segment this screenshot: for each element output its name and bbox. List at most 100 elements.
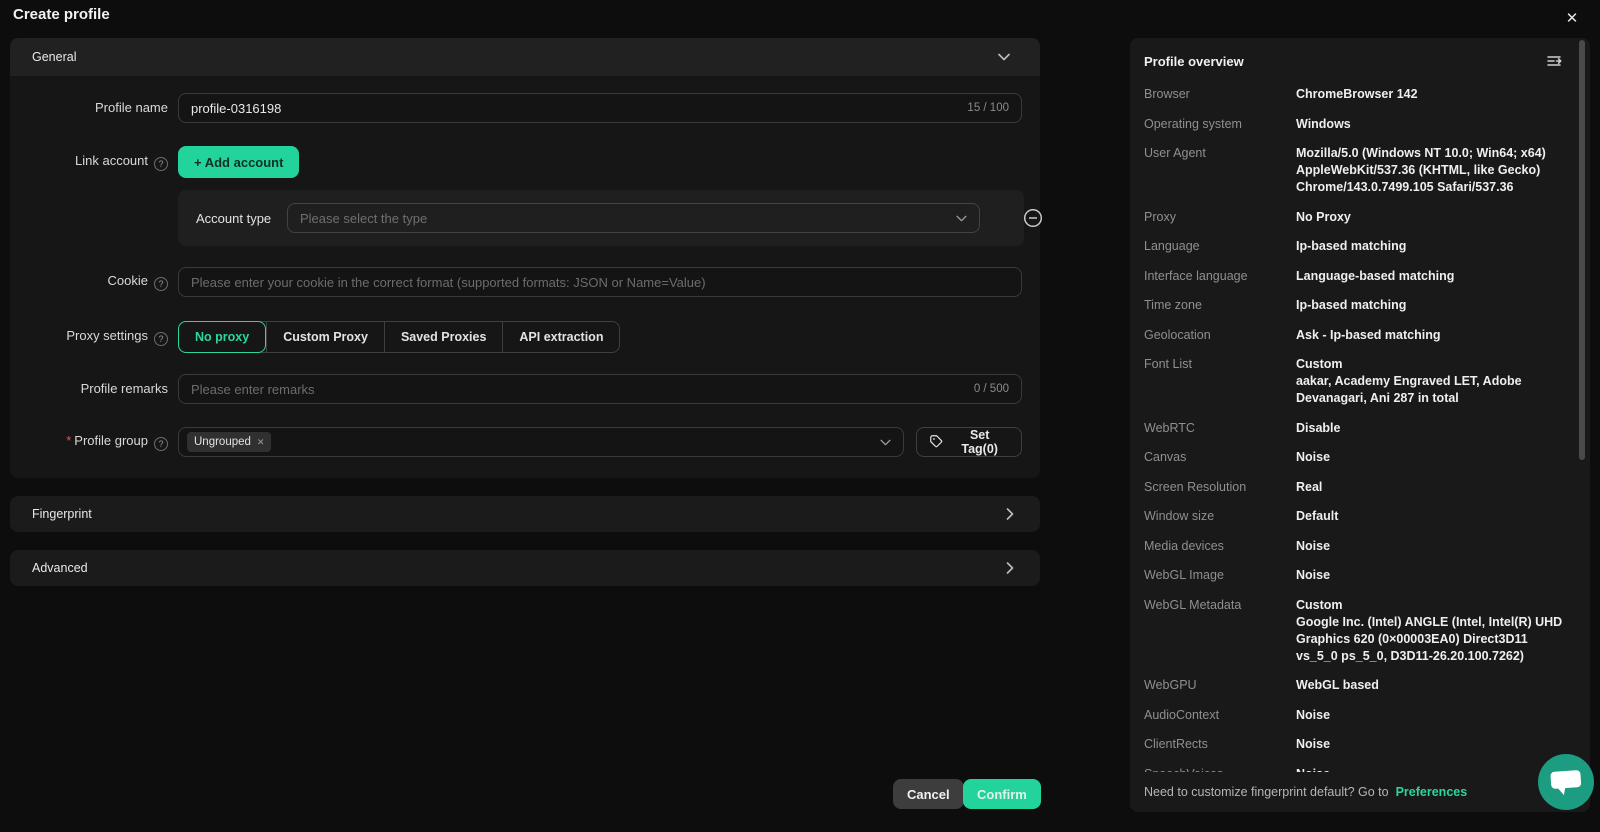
overview-row-value: Custom Google Inc. (Intel) ANGLE (Intel,… [1296, 597, 1568, 665]
overview-row-label: WebGL Image [1144, 567, 1296, 584]
profile-name-row: Profile name 15 / 100 [10, 93, 1022, 123]
panel-scrollbar[interactable] [1579, 40, 1585, 460]
fingerprint-section-title: Fingerprint [32, 507, 92, 521]
profile-name-field: 15 / 100 [178, 93, 1022, 123]
help-icon[interactable]: ? [154, 332, 168, 346]
overview-row: WebGL Metadata Custom Google Inc. (Intel… [1144, 597, 1568, 665]
overview-row: Operating system Windows [1144, 116, 1568, 133]
account-type-placeholder: Please select the type [300, 211, 427, 226]
link-account-row: Link account? + Add account [10, 146, 1022, 178]
advanced-section-header[interactable]: Advanced [10, 550, 1040, 586]
profile-remarks-input[interactable] [191, 382, 964, 397]
link-account-label: Link account [75, 153, 148, 168]
overview-row-value: Windows [1296, 116, 1568, 133]
proxy-type-option[interactable]: Saved Proxies [384, 322, 502, 352]
profile-remarks-field: 0 / 500 [178, 374, 1022, 404]
required-asterisk: * [66, 433, 71, 448]
help-icon[interactable]: ? [154, 277, 168, 291]
account-type-select[interactable]: Please select the type [287, 203, 980, 233]
overview-row-label: WebGL Metadata [1144, 597, 1296, 665]
create-profile-dialog: Create profile ✕ General Profile name 15… [0, 0, 1600, 832]
chevron-down-icon [998, 53, 1010, 61]
proxy-type-option[interactable]: No proxy [178, 321, 266, 353]
overview-row-value: Default [1296, 508, 1568, 525]
general-section: General Profile name 15 / 100 Link accou… [10, 38, 1040, 478]
overview-row-value: Noise [1296, 707, 1568, 724]
cookie-input[interactable] [191, 275, 1009, 290]
group-tag-chip: Ungrouped ✕ [187, 432, 271, 452]
profile-name-input[interactable] [191, 101, 957, 116]
overview-row-value: Language-based matching [1296, 268, 1568, 285]
overview-row: WebGPU WebGL based [1144, 677, 1568, 694]
overview-row: Screen Resolution Real [1144, 479, 1568, 496]
overview-row-value: Custom aakar, Academy Engraved LET, Adob… [1296, 356, 1568, 407]
page-title: Create profile [13, 6, 110, 23]
overview-footer: Need to customize fingerprint default? G… [1130, 772, 1590, 812]
profile-group-select[interactable]: Ungrouped ✕ [178, 427, 904, 457]
general-section-title: General [32, 50, 76, 64]
profile-name-counter: 15 / 100 [967, 102, 1009, 114]
overview-footer-text: Need to customize fingerprint default? G… [1144, 785, 1389, 799]
overview-row: Canvas Noise [1144, 449, 1568, 466]
overview-row-label: Font List [1144, 356, 1296, 407]
overview-row: Time zone Ip-based matching [1144, 297, 1568, 314]
proxy-settings-row: Proxy settings? No proxyCustom ProxySave… [10, 321, 1022, 353]
profile-remarks-counter: 0 / 500 [974, 383, 1009, 395]
close-icon[interactable]: ✕ [1560, 6, 1584, 30]
add-account-button[interactable]: + Add account [178, 146, 299, 178]
help-icon[interactable]: ? [154, 437, 168, 451]
remove-account-icon[interactable] [1023, 208, 1043, 228]
account-type-label: Account type [196, 211, 287, 226]
overview-row-value: WebGL based [1296, 677, 1568, 694]
overview-row-value: ChromeBrowser 142 [1296, 86, 1568, 103]
profile-name-label: Profile name [10, 100, 168, 116]
overview-row-value: Disable [1296, 420, 1568, 437]
profile-overview-panel: Profile overview Browser ChromeBrowser 1… [1130, 38, 1590, 812]
overview-row: Proxy No Proxy [1144, 209, 1568, 226]
remove-tag-icon[interactable]: ✕ [257, 437, 265, 448]
collapse-panel-icon[interactable] [1546, 54, 1562, 73]
overview-row-label: Window size [1144, 508, 1296, 525]
help-icon[interactable]: ? [154, 157, 168, 171]
support-chat-icon[interactable] [1536, 752, 1596, 812]
confirm-button[interactable]: Confirm [963, 779, 1041, 809]
overview-row-label: AudioContext [1144, 707, 1296, 724]
overview-row-value: Mozilla/5.0 (Windows NT 10.0; Win64; x64… [1296, 145, 1568, 196]
proxy-settings-label: Proxy settings [66, 328, 148, 343]
overview-row: AudioContext Noise [1144, 707, 1568, 724]
cookie-label: Cookie [108, 273, 148, 288]
overview-row: Geolocation Ask - Ip-based matching [1144, 327, 1568, 344]
overview-row-label: WebGPU [1144, 677, 1296, 694]
fingerprint-section-header[interactable]: Fingerprint [10, 496, 1040, 532]
overview-row-label: Proxy [1144, 209, 1296, 226]
proxy-type-option[interactable]: Custom Proxy [266, 322, 384, 352]
cancel-button[interactable]: Cancel [893, 779, 964, 809]
general-section-header[interactable]: General [10, 38, 1040, 76]
cookie-field [178, 267, 1022, 297]
overview-row-label: Operating system [1144, 116, 1296, 133]
chevron-down-icon [880, 439, 891, 446]
profile-group-row: *Profile group? Ungrouped ✕ Set Tag(0) [10, 427, 1022, 457]
overview-row-value: Noise [1296, 449, 1568, 466]
overview-row-label: Language [1144, 238, 1296, 255]
set-tag-label: Set Tag(0) [950, 428, 1009, 456]
overview-row-value: Real [1296, 479, 1568, 496]
overview-row: Interface language Language-based matchi… [1144, 268, 1568, 285]
overview-row-label: Media devices [1144, 538, 1296, 555]
set-tag-button[interactable]: Set Tag(0) [916, 427, 1022, 457]
proxy-type-segmented-control: No proxyCustom ProxySaved ProxiesAPI ext… [178, 321, 620, 353]
cookie-row: Cookie? [10, 267, 1022, 297]
overview-rows: Browser ChromeBrowser 142 Operating syst… [1144, 86, 1568, 773]
advanced-section-title: Advanced [32, 561, 88, 575]
preferences-link[interactable]: Preferences [1396, 785, 1468, 799]
chevron-right-icon [1006, 562, 1014, 574]
proxy-type-option[interactable]: API extraction [502, 322, 619, 352]
overview-row: WebGL Image Noise [1144, 567, 1568, 584]
overview-row: WebRTC Disable [1144, 420, 1568, 437]
overview-row-value: Ask - Ip-based matching [1296, 327, 1568, 344]
overview-row: Browser ChromeBrowser 142 [1144, 86, 1568, 103]
profile-overview-title: Profile overview [1144, 54, 1244, 69]
account-subpanel: Account type Please select the type [178, 190, 1024, 246]
overview-row: User Agent Mozilla/5.0 (Windows NT 10.0;… [1144, 145, 1568, 196]
overview-row-value: Noise [1296, 538, 1568, 555]
